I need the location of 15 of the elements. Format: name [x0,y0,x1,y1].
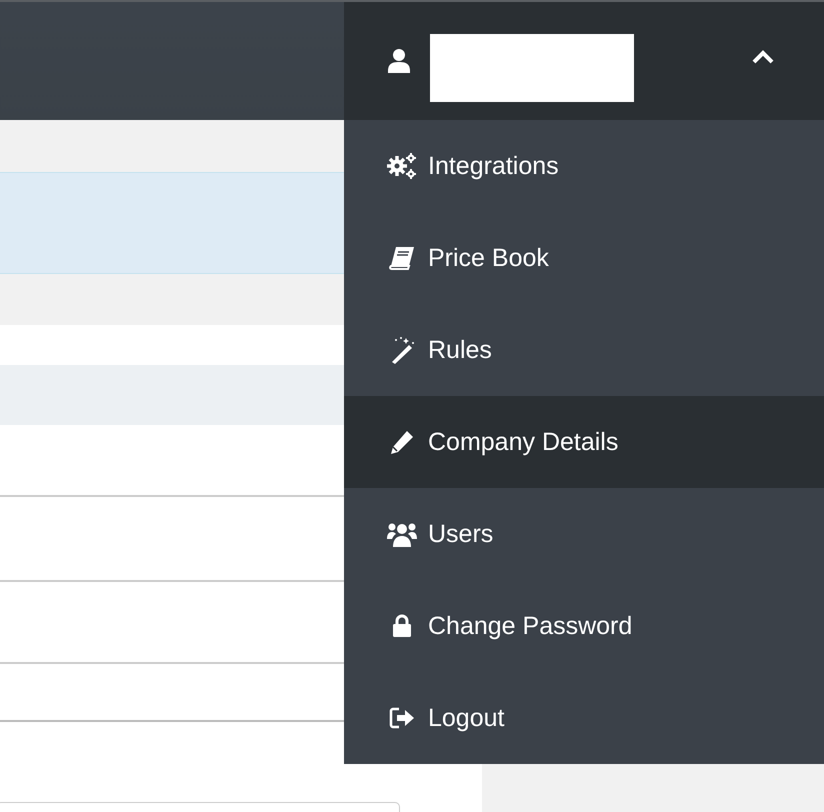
menu-item[interactable]: Price Book [344,212,824,304]
menu-item[interactable]: Company Details [344,396,824,488]
menu-item[interactable]: Rules [344,304,824,396]
users-icon [387,521,417,547]
pencil-icon [389,429,415,455]
menu-item[interactable]: Change Password [344,580,824,672]
lock-icon [392,614,412,638]
menu-item[interactable]: Integrations [344,120,824,212]
chevron-up-icon[interactable] [752,50,774,64]
user-icon [388,49,410,73]
menu-item[interactable]: Users [344,488,824,580]
logout-icon [388,706,416,730]
menu-item[interactable]: Logout [344,672,824,764]
gears-icon [387,152,417,180]
book-icon [388,245,416,271]
